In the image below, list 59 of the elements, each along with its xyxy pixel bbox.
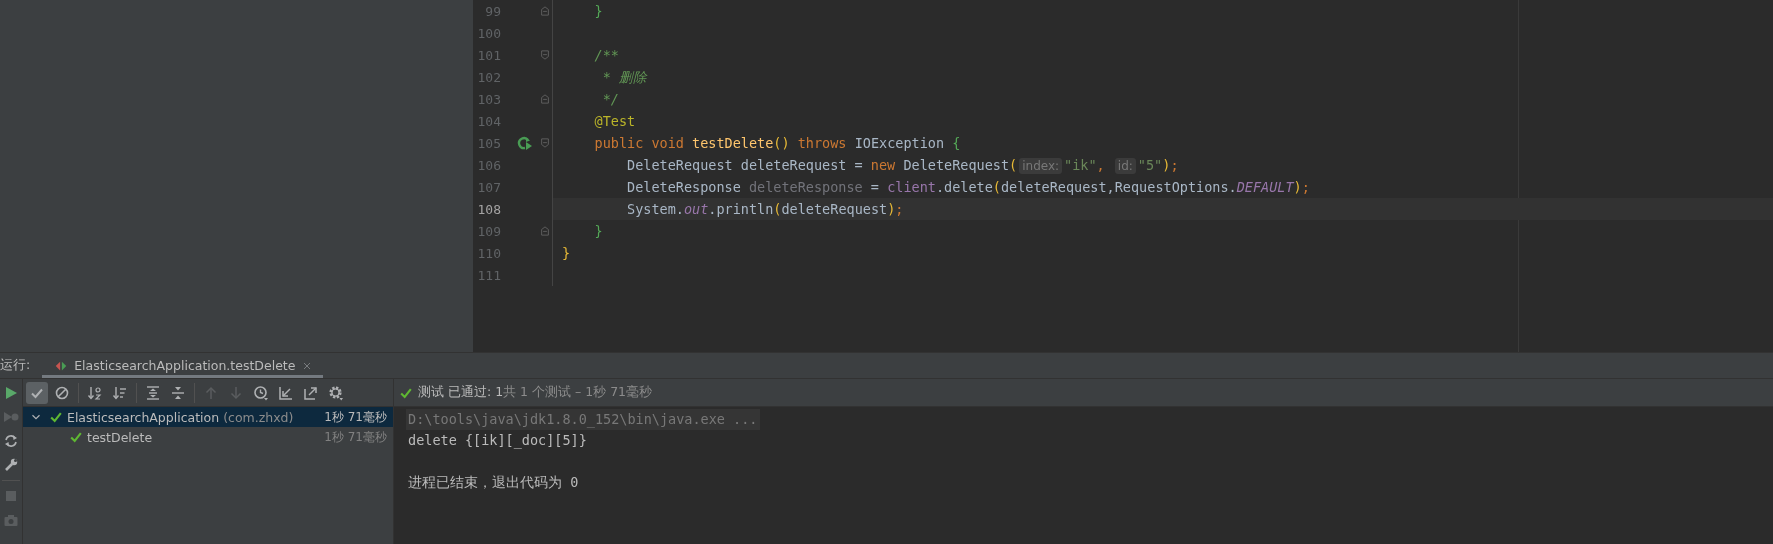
- package-name: (com.zhxd): [223, 409, 294, 425]
- line-number: 101: [476, 47, 501, 63]
- line-number: 99: [484, 3, 501, 19]
- code-line: * 删除: [601, 68, 647, 86]
- code-line: DeleteResponse deleteResponse = client.delete(deleteRequest,RequestOptions.DEFAULT);: [626, 178, 1310, 196]
- line-number: 111: [476, 267, 501, 283]
- line-number: 102: [476, 69, 501, 85]
- line-number: 105: [476, 135, 501, 151]
- import-icon: [278, 384, 294, 401]
- sort-alpha-icon: [87, 384, 103, 401]
- down-arrow-icon: [228, 384, 244, 401]
- code-line: /**: [593, 46, 619, 64]
- expand-all-icon: [145, 384, 161, 401]
- code-line: public void testDelete() throws IOException {: [593, 134, 961, 152]
- line-number: 104: [476, 113, 501, 129]
- wrench-icon[interactable]: [3, 457, 19, 473]
- line-number: 109: [476, 223, 501, 239]
- panel-label: 运行:: [0, 357, 32, 374]
- up-arrow-icon: [203, 384, 219, 401]
- line-number: 103: [476, 91, 501, 107]
- sort-duration-icon: [112, 384, 128, 401]
- code-line: */: [601, 90, 619, 108]
- code-line: DeleteRequest deleteRequest = new DeleteRequest( index: "ik", id: "5");: [626, 156, 1179, 174]
- fold-icon[interactable]: [538, 224, 551, 238]
- run-tab[interactable]: ElasticsearchApplication.testDelete: [42, 353, 324, 378]
- line-number: 106: [476, 157, 501, 173]
- settings-icon: [328, 384, 344, 401]
- exit-message: 进程已结束，退出代码为 0: [407, 473, 580, 492]
- code-line: }: [593, 222, 603, 240]
- check-icon: [69, 430, 83, 444]
- fold-icon[interactable]: [538, 48, 551, 62]
- export-icon: [303, 384, 319, 401]
- test-name: ElasticsearchApplication: [67, 409, 220, 425]
- code-line: }: [562, 244, 571, 262]
- collapse-all-icon: [170, 384, 186, 401]
- ignored-icon: [54, 384, 70, 401]
- line-number: 108: [476, 201, 501, 217]
- test-duration: 1秒 71毫秒: [324, 428, 387, 446]
- line-number: 107: [476, 179, 501, 195]
- test-name: testDelete: [87, 429, 153, 445]
- test-duration: 1秒 71毫秒: [324, 408, 387, 426]
- code-line: @Test: [593, 112, 636, 130]
- line-number: 100: [476, 25, 501, 41]
- run-test-icon[interactable]: [517, 135, 533, 151]
- selected-tree-row[interactable]: ElasticsearchApplication (com.zhxd) 1秒 71毫秒: [23, 407, 393, 427]
- test-summary: 共 1 个测试 – 1秒 71毫秒: [503, 384, 653, 401]
- clock-icon: [253, 384, 269, 401]
- code-line: System.out.println(deleteRequest);: [626, 200, 904, 218]
- test-status: 测试 已通过: 1: [418, 384, 504, 401]
- check-icon: [49, 410, 63, 424]
- line-number: 110: [476, 245, 501, 261]
- fold-icon[interactable]: [538, 4, 551, 18]
- console-output: delete {[ik][_doc][5]}: [407, 431, 588, 451]
- fold-icon[interactable]: [538, 92, 551, 106]
- check-button[interactable]: [26, 381, 48, 404]
- cycle-icon[interactable]: [3, 433, 19, 449]
- code-line: }: [593, 2, 603, 20]
- fold-icon[interactable]: [538, 136, 551, 150]
- run-icon[interactable]: [3, 385, 19, 401]
